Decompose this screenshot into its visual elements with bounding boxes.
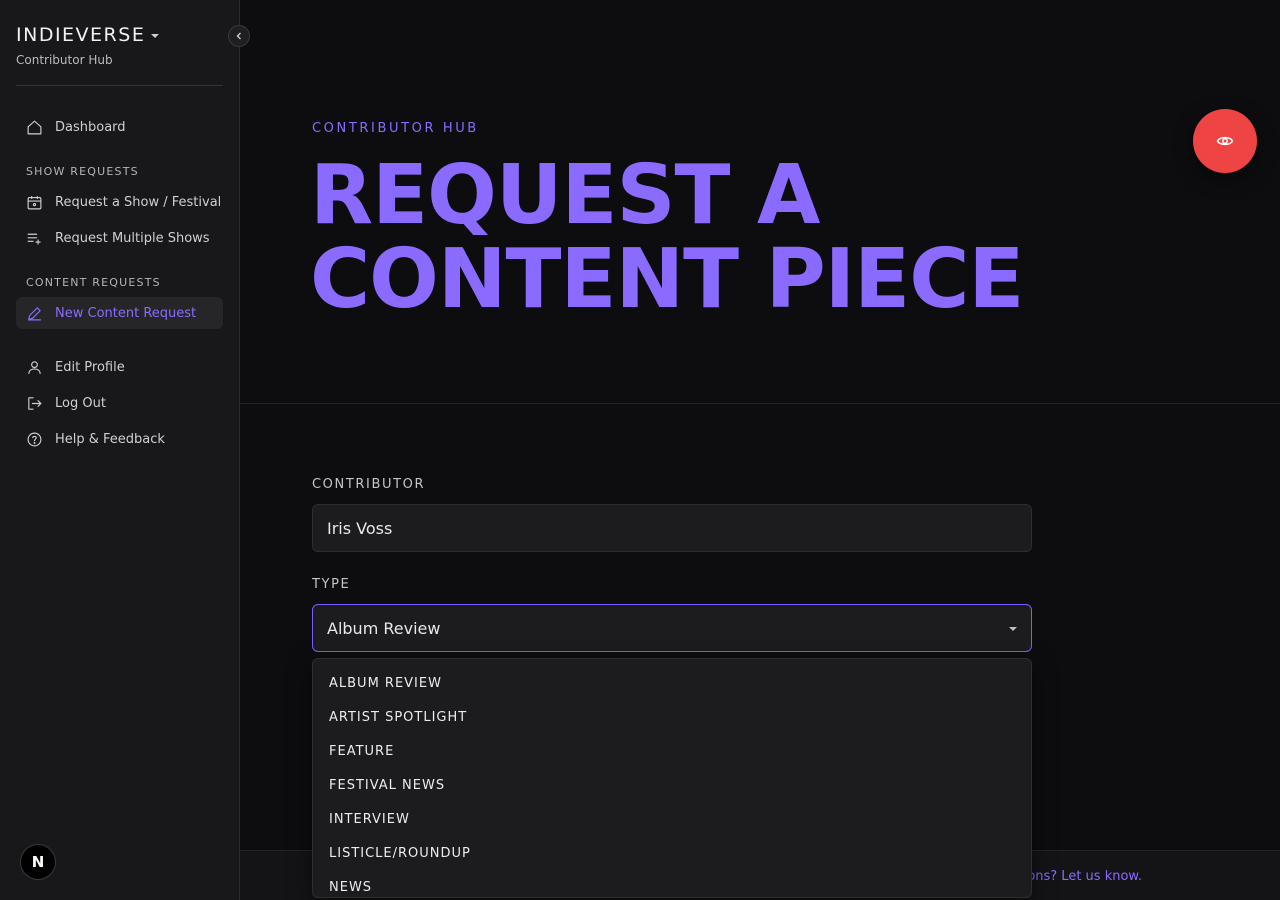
- dropdown-option[interactable]: ARTIST SPOTLIGHT: [313, 700, 1031, 734]
- user-icon: [28, 360, 41, 374]
- dropdown-option[interactable]: LISTICLE/ROUNDUP: [313, 836, 1031, 870]
- sidebar-divider: [16, 85, 223, 86]
- feedback-link[interactable]: ons? Let us know.: [1027, 869, 1142, 884]
- caret-down-icon: [1009, 627, 1017, 631]
- section-show-requests: SHOW REQUESTS: [26, 165, 139, 178]
- page-title-line: REQUEST A: [310, 148, 820, 243]
- contributor-value: Iris Voss: [327, 518, 393, 538]
- dropdown-option[interactable]: INTERVIEW: [313, 802, 1031, 836]
- section-content-requests: CONTENT REQUESTS: [26, 276, 161, 289]
- page-title-line: CONTENT PIECE: [310, 232, 1024, 327]
- page-title: REQUEST A CONTENT PIECE: [310, 148, 1024, 327]
- brand-subtitle: Contributor Hub: [16, 53, 113, 67]
- sidebar-item-edit-profile[interactable]: Edit Profile: [16, 351, 223, 383]
- app-root: INDIEVERSE Contributor Hub Dashboard SHO…: [0, 0, 1280, 900]
- brand-switcher[interactable]: INDIEVERSE: [16, 24, 160, 46]
- dropdown-option[interactable]: FESTIVAL NEWS: [313, 768, 1031, 802]
- contributor-label: CONTRIBUTOR: [312, 477, 426, 492]
- type-selected-value: Album Review: [327, 618, 441, 638]
- sidebar-item-request-multiple[interactable]: Request Multiple Shows: [16, 222, 223, 254]
- calendar-icon: [27, 195, 42, 209]
- sidebar-item-label: Edit Profile: [55, 359, 125, 375]
- caret-down-icon: [151, 34, 160, 38]
- list-add-icon: [27, 233, 41, 245]
- contributor-input[interactable]: Iris Voss: [312, 504, 1032, 552]
- preview-button[interactable]: [1193, 109, 1257, 173]
- dropdown-option[interactable]: NEWS: [313, 870, 1031, 897]
- chevron-left-icon: [236, 32, 241, 40]
- sidebar-item-label: Request a Show / Festival: [55, 194, 222, 210]
- next-badge[interactable]: N: [20, 844, 56, 880]
- sidebar-item-new-content[interactable]: New Content Request: [16, 297, 223, 329]
- sidebar-item-label: Request Multiple Shows: [55, 230, 210, 246]
- sidebar-item-log-out[interactable]: Log Out: [16, 387, 223, 419]
- sidebar-item-dashboard[interactable]: Dashboard: [16, 111, 223, 143]
- dropdown-option[interactable]: ALBUM REVIEW: [313, 666, 1031, 700]
- sidebar-item-label: Help & Feedback: [55, 431, 165, 447]
- type-label: TYPE: [312, 577, 351, 592]
- home-icon: [27, 120, 42, 134]
- sidebar-item-label: Dashboard: [55, 119, 126, 135]
- sidebar-item-help[interactable]: Help & Feedback: [16, 423, 223, 455]
- dropdown-option[interactable]: FEATURE: [313, 734, 1031, 768]
- brand-name: INDIEVERSE: [16, 24, 146, 46]
- hero-eyebrow: CONTRIBUTOR HUB: [312, 121, 479, 136]
- sidebar-item-label: Log Out: [55, 395, 106, 411]
- collapse-sidebar-button[interactable]: [228, 25, 250, 47]
- type-select[interactable]: Album Review: [312, 604, 1032, 652]
- logout-icon: [28, 396, 42, 410]
- type-dropdown-menu: ALBUM REVIEW ARTIST SPOTLIGHT FEATURE FE…: [312, 658, 1032, 898]
- sidebar-item-label: New Content Request: [55, 305, 197, 321]
- hero-divider: [240, 403, 1280, 404]
- eye-icon: [1216, 136, 1234, 146]
- help-circle-icon: [27, 432, 42, 446]
- pencil-icon: [28, 306, 41, 320]
- sidebar: INDIEVERSE Contributor Hub Dashboard SHO…: [0, 0, 240, 900]
- sidebar-item-request-show[interactable]: Request a Show / Festival: [16, 186, 223, 218]
